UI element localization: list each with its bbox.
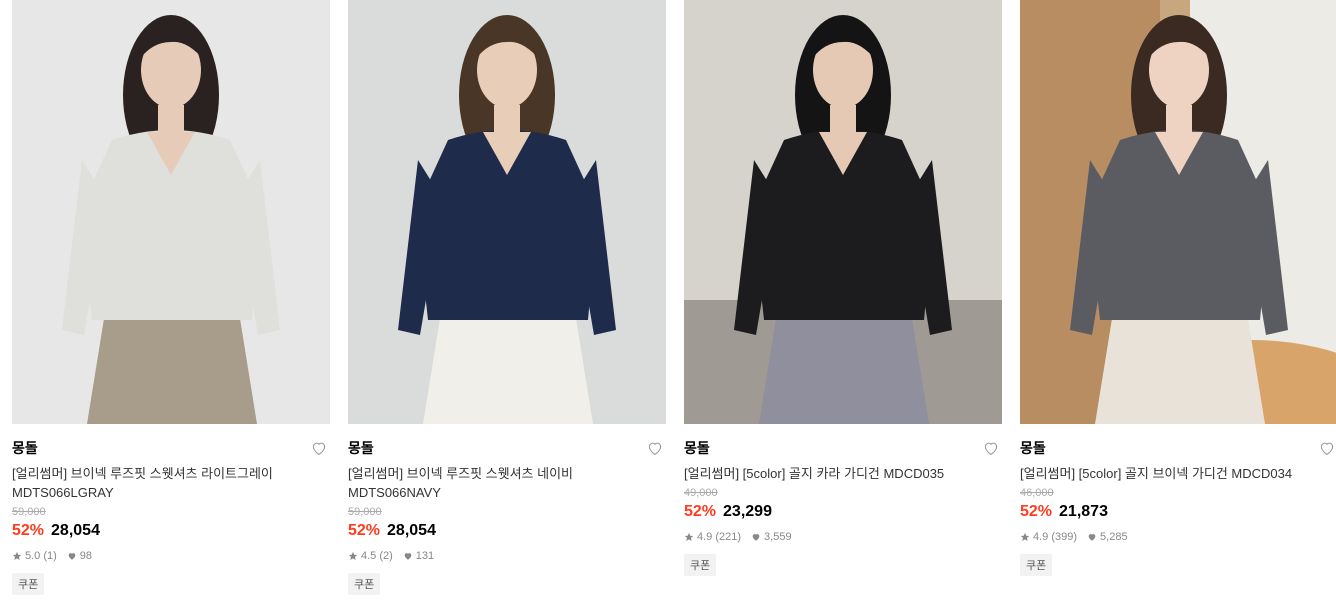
rating-text: 4.9 (221) — [697, 531, 742, 543]
heart-filled-icon — [1088, 534, 1096, 541]
coupon-badge: 쿠폰 — [12, 573, 45, 595]
sale-price: 23,299 — [723, 503, 772, 520]
brand-name[interactable]: 몽돌 — [684, 438, 710, 458]
heart-icon[interactable] — [310, 439, 328, 457]
price-row: 52% 21,873 — [1020, 501, 1336, 523]
sale-price: 28,054 — [51, 522, 100, 539]
brand-name[interactable]: 몽돌 — [348, 438, 374, 458]
review-meta: 5.0 (1) 98 — [12, 549, 330, 563]
discount-rate: 52% — [348, 522, 381, 539]
price-row: 52% 28,054 — [348, 520, 666, 542]
heart-filled-icon — [752, 534, 760, 541]
product-card[interactable]: 몽돌 [얼리썸머] 브이넥 루즈핏 스웻셔츠 네이비 MDTS066NAVY 5… — [348, 0, 666, 595]
product-photo — [12, 0, 330, 424]
rating-text: 4.9 (399) — [1033, 531, 1078, 543]
rating: 4.9 (399) — [1020, 531, 1077, 543]
rating: 4.5 (2) — [348, 550, 393, 562]
product-image[interactable] — [1020, 0, 1336, 424]
heart-icon[interactable] — [982, 439, 1000, 457]
brand-row: 몽돌 — [12, 439, 330, 457]
product-title[interactable]: [얼리썸머] [5color] 골지 브이넥 가디건 MDCD034 — [1020, 464, 1336, 483]
brand-name[interactable]: 몽돌 — [1020, 438, 1046, 458]
star-icon — [348, 551, 358, 560]
product-image[interactable] — [684, 0, 1002, 424]
product-card[interactable]: 몽돌 [얼리썸머] 브이넥 루즈핏 스웻셔츠 라이트그레이 MDTS066LGR… — [12, 0, 330, 595]
likes: 98 — [67, 550, 92, 562]
likes-count: 5,285 — [1100, 531, 1128, 543]
star-icon — [12, 551, 22, 560]
rating: 4.9 (221) — [684, 531, 741, 543]
price-row: 52% 28,054 — [12, 520, 330, 542]
original-price: 59,000 — [12, 506, 46, 518]
product-image[interactable] — [12, 0, 330, 424]
product-card[interactable]: 몽돌 [얼리썸머] [5color] 골지 브이넥 가디건 MDCD034 46… — [1020, 0, 1336, 576]
star-icon — [684, 532, 694, 541]
product-photo — [1020, 0, 1336, 424]
heart-filled-icon — [404, 553, 412, 560]
review-meta: 4.9 (221) 3,559 — [684, 530, 1002, 544]
heart-icon[interactable] — [646, 439, 664, 457]
likes-count: 131 — [415, 550, 435, 562]
product-photo — [684, 0, 1002, 424]
heart-filled-icon — [68, 553, 76, 560]
product-title[interactable]: [얼리썸머] 브이넥 루즈핏 스웻셔츠 네이비 MDTS066NAVY — [348, 464, 666, 502]
brand-row: 몽돌 — [684, 439, 1002, 457]
product-grid: 몽돌 [얼리썸머] 브이넥 루즈핏 스웻셔츠 라이트그레이 MDTS066LGR… — [0, 0, 1336, 609]
likes: 3,559 — [751, 531, 792, 543]
rating-text: 4.5 (2) — [361, 550, 393, 562]
sale-price: 28,054 — [387, 522, 436, 539]
original-price: 59,000 — [348, 506, 382, 518]
product-title[interactable]: [얼리썸머] [5color] 골지 카라 가디건 MDCD035 — [684, 464, 1002, 483]
product-card[interactable]: 몽돌 [얼리썸머] [5color] 골지 카라 가디건 MDCD035 49,… — [684, 0, 1002, 576]
brand-name[interactable]: 몽돌 — [12, 438, 38, 458]
original-price: 49,000 — [684, 487, 718, 499]
heart-icon[interactable] — [1318, 439, 1336, 457]
rating: 5.0 (1) — [12, 550, 57, 562]
original-price: 46,000 — [1020, 487, 1054, 499]
coupon-badge: 쿠폰 — [348, 573, 381, 595]
likes-count: 98 — [79, 550, 93, 562]
review-meta: 4.5 (2) 131 — [348, 549, 666, 563]
product-photo — [348, 0, 666, 424]
likes: 5,285 — [1087, 531, 1128, 543]
rating-text: 5.0 (1) — [25, 550, 57, 562]
likes-count: 3,559 — [764, 531, 792, 543]
discount-rate: 52% — [1020, 503, 1053, 520]
likes: 131 — [403, 550, 434, 562]
price-row: 52% 23,299 — [684, 501, 1002, 523]
coupon-badge: 쿠폰 — [684, 554, 717, 576]
brand-row: 몽돌 — [348, 439, 666, 457]
product-title[interactable]: [얼리썸머] 브이넥 루즈핏 스웻셔츠 라이트그레이 MDTS066LGRAY — [12, 464, 330, 502]
discount-rate: 52% — [12, 522, 45, 539]
review-meta: 4.9 (399) 5,285 — [1020, 530, 1336, 544]
discount-rate: 52% — [684, 503, 717, 520]
coupon-badge: 쿠폰 — [1020, 554, 1053, 576]
brand-row: 몽돌 — [1020, 439, 1336, 457]
product-image[interactable] — [348, 0, 666, 424]
sale-price: 21,873 — [1059, 503, 1108, 520]
star-icon — [1020, 532, 1030, 541]
